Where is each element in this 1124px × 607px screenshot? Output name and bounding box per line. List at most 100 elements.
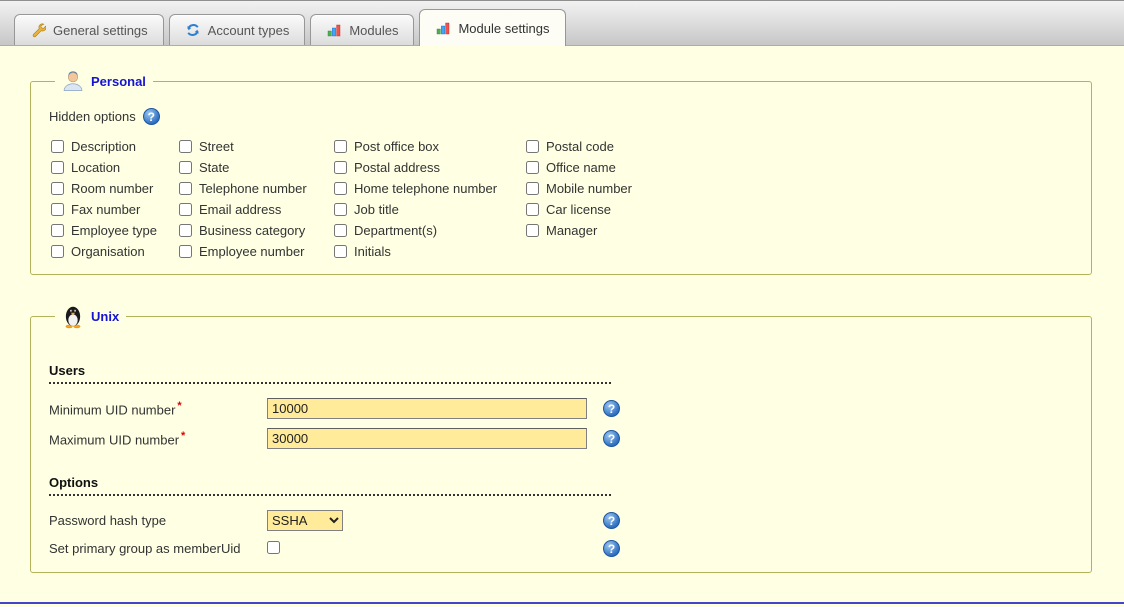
- max-uid-input[interactable]: [267, 428, 587, 449]
- hidden-option-home-telephone-number[interactable]: Home telephone number: [334, 181, 526, 196]
- tab-module-settings[interactable]: Module settings: [419, 9, 565, 46]
- tab-label: Modules: [349, 23, 398, 38]
- tux-penguin-icon: [62, 303, 84, 329]
- tab-bar: General settings Account types Modules: [0, 0, 1124, 46]
- hidden-option-office-name[interactable]: Office name: [526, 160, 1075, 175]
- checkbox[interactable]: [526, 224, 539, 237]
- checkbox[interactable]: [526, 140, 539, 153]
- hidden-option-state[interactable]: State: [179, 160, 334, 175]
- checkbox[interactable]: [334, 161, 347, 174]
- tab-account-types[interactable]: Account types: [169, 14, 306, 45]
- hidden-option-street[interactable]: Street: [179, 139, 334, 154]
- checkbox[interactable]: [51, 203, 64, 216]
- help-icon[interactable]: ?: [603, 512, 620, 529]
- hidden-option-initials[interactable]: Initials: [334, 244, 526, 259]
- checkbox-label: Department(s): [354, 223, 437, 238]
- min-uid-label: Minimum UID number*: [49, 400, 267, 417]
- help-icon[interactable]: ?: [603, 400, 620, 417]
- checkbox[interactable]: [179, 224, 192, 237]
- checkbox-label: Fax number: [71, 202, 140, 217]
- checkbox-label: Email address: [199, 202, 281, 217]
- checkbox[interactable]: [179, 161, 192, 174]
- checkbox-label: Mobile number: [546, 181, 632, 196]
- checkbox[interactable]: [51, 182, 64, 195]
- hidden-option-mobile-number[interactable]: Mobile number: [526, 181, 1075, 196]
- checkbox-label: Job title: [354, 202, 399, 217]
- checkbox[interactable]: [334, 182, 347, 195]
- checkbox[interactable]: [51, 140, 64, 153]
- checkbox-label: Home telephone number: [354, 181, 497, 196]
- tab-modules[interactable]: Modules: [310, 14, 414, 45]
- unix-legend: Unix: [55, 303, 126, 329]
- checkbox-label: Office name: [546, 160, 616, 175]
- hidden-option-email-address[interactable]: Email address: [179, 202, 334, 217]
- member-uid-checkbox[interactable]: [267, 541, 280, 554]
- tab-label: Module settings: [458, 21, 549, 36]
- unix-section: Unix Users Minimum UID number* ? Maximum…: [30, 303, 1092, 573]
- hidden-option-business-category[interactable]: Business category: [179, 223, 334, 238]
- users-heading-label: Users: [49, 363, 85, 378]
- unix-legend-label: Unix: [91, 309, 119, 324]
- max-uid-field-cell: [267, 428, 603, 449]
- tab-label: Account types: [208, 23, 290, 38]
- member-uid-label: Set primary group as memberUid: [49, 541, 267, 556]
- checkbox[interactable]: [334, 224, 347, 237]
- field-label-text: Minimum UID number: [49, 402, 175, 417]
- hidden-option-departments[interactable]: Department(s): [334, 223, 526, 238]
- hidden-option-telephone-number[interactable]: Telephone number: [179, 181, 334, 196]
- checkbox[interactable]: [526, 161, 539, 174]
- hidden-option-car-license[interactable]: Car license: [526, 202, 1075, 217]
- blocks-chart-icon: [326, 22, 342, 38]
- checkbox-label: Street: [199, 139, 234, 154]
- checkbox[interactable]: [179, 245, 192, 258]
- checkbox[interactable]: [334, 140, 347, 153]
- checkbox-label: Business category: [199, 223, 305, 238]
- checkbox[interactable]: [51, 245, 64, 258]
- hidden-options-row: Hidden options ?: [49, 108, 1075, 125]
- hidden-option-manager[interactable]: Manager: [526, 223, 1075, 238]
- checkbox[interactable]: [51, 161, 64, 174]
- checkbox-label: State: [199, 160, 229, 175]
- help-icon[interactable]: ?: [603, 540, 620, 557]
- main-content: Personal Hidden options ? Description St…: [0, 46, 1124, 573]
- member-uid-field-cell: [267, 541, 603, 557]
- password-hash-select[interactable]: SSHA: [267, 510, 343, 531]
- blocks-chart-icon: [435, 20, 451, 36]
- hidden-option-fax-number[interactable]: Fax number: [51, 202, 179, 217]
- hidden-option-location[interactable]: Location: [51, 160, 179, 175]
- checkbox[interactable]: [51, 224, 64, 237]
- checkbox[interactable]: [179, 182, 192, 195]
- personal-legend: Personal: [55, 70, 153, 92]
- checkbox-label: Car license: [546, 202, 611, 217]
- tab-label: General settings: [53, 23, 148, 38]
- min-uid-input[interactable]: [267, 398, 587, 419]
- options-heading: Options: [49, 475, 611, 496]
- checkbox-label: Description: [71, 139, 136, 154]
- checkbox[interactable]: [526, 182, 539, 195]
- field-label-text: Set primary group as memberUid: [49, 541, 240, 556]
- max-uid-label: Maximum UID number*: [49, 430, 267, 447]
- hidden-option-employee-type[interactable]: Employee type: [51, 223, 179, 238]
- help-icon[interactable]: ?: [603, 430, 620, 447]
- hidden-option-description[interactable]: Description: [51, 139, 179, 154]
- users-form: Minimum UID number* ? Maximum UID number…: [49, 398, 1075, 449]
- hidden-option-postal-address[interactable]: Postal address: [334, 160, 526, 175]
- checkbox[interactable]: [179, 140, 192, 153]
- checkbox[interactable]: [334, 203, 347, 216]
- checkbox[interactable]: [526, 203, 539, 216]
- help-icon[interactable]: ?: [143, 108, 160, 125]
- checkbox-label: Employee number: [199, 244, 305, 259]
- hidden-option-room-number[interactable]: Room number: [51, 181, 179, 196]
- checkbox-label: Location: [71, 160, 120, 175]
- hidden-option-postal-code[interactable]: Postal code: [526, 139, 1075, 154]
- hidden-option-job-title[interactable]: Job title: [334, 202, 526, 217]
- hidden-option-employee-number[interactable]: Employee number: [179, 244, 334, 259]
- checkbox-label: Room number: [71, 181, 153, 196]
- field-label-text: Password hash type: [49, 513, 166, 528]
- sync-arrows-icon: [185, 22, 201, 38]
- checkbox[interactable]: [334, 245, 347, 258]
- tab-general-settings[interactable]: General settings: [14, 14, 164, 45]
- hidden-option-post-office-box[interactable]: Post office box: [334, 139, 526, 154]
- hidden-option-organisation[interactable]: Organisation: [51, 244, 179, 259]
- checkbox[interactable]: [179, 203, 192, 216]
